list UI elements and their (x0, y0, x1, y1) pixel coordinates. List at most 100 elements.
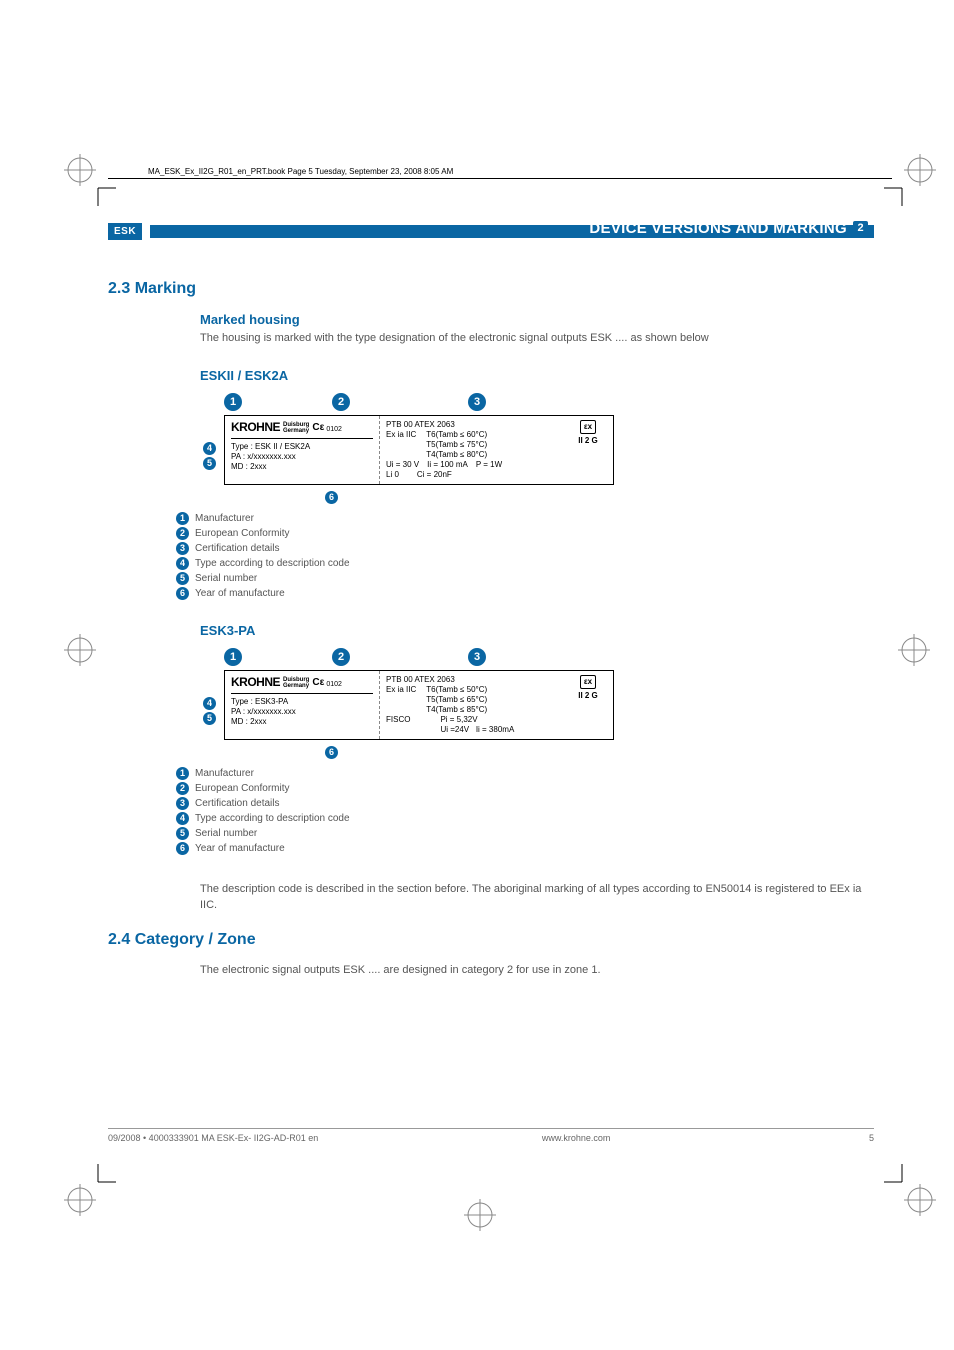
legend-bubble: 6 (176, 587, 189, 600)
fig1-plate: 4 5 KROHNE DuisburgGermany C ε0102 Type … (224, 415, 614, 485)
t4: T4(Tamb ≤ 85°C) (426, 705, 487, 715)
ex-cat: II 2 G (569, 691, 607, 701)
legend-bubble: 1 (176, 767, 189, 780)
callout-6: 6 (325, 491, 338, 504)
li: Li 0 (386, 470, 399, 480)
p: P = 1W (476, 460, 502, 470)
legend-bubble: 3 (176, 797, 189, 810)
header-badge: 2 (853, 221, 868, 236)
footer-url: www.krohne.com (318, 1133, 834, 1143)
callout-2: 2 (332, 648, 350, 666)
page-content: ESK DEVICE VERSIONS AND MARKING 2 2.3 Ma… (108, 220, 874, 997)
ce-mark: C ε (312, 677, 323, 690)
top-rule (108, 178, 892, 179)
legend-item: Manufacturer (195, 766, 254, 781)
cert-title: PTB 00 ATEX 2063 (386, 420, 569, 430)
crop-mark-br (880, 1160, 940, 1220)
cert-title: PTB 00 ATEX 2063 (386, 675, 569, 685)
ce-num: 0102 (326, 426, 342, 435)
legend-item: Serial number (195, 826, 257, 841)
legend-bubble: 1 (176, 512, 189, 525)
brand-sub2: Germany (283, 683, 309, 689)
marked-housing-body: The housing is marked with the type desi… (200, 331, 874, 346)
book-note: MA_ESK_Ex_II2G_R01_en_PRT.book Page 5 Tu… (148, 167, 453, 176)
legend-bubble: 2 (176, 782, 189, 795)
section-2-4-body: The electronic signal outputs ESK .... a… (200, 963, 874, 978)
legend-bubble: 5 (176, 572, 189, 585)
fig2: 1 2 3 4 5 KROHNE DuisburgGermany C ε0102… (200, 648, 874, 740)
brand: KROHNE (231, 420, 280, 435)
legend-bubble: 6 (176, 842, 189, 855)
header-title: DEVICE VERSIONS AND MARKING (589, 220, 847, 237)
callout-5: 5 (203, 712, 216, 725)
ui: Ui =24V (440, 725, 469, 734)
crop-mark-tl (60, 150, 120, 210)
ex-hex-icon: εx (580, 420, 596, 434)
brand-sub2: Germany (283, 428, 309, 434)
section-2-4-heading: 2.4 Category / Zone (108, 931, 874, 949)
callout-5: 5 (203, 457, 216, 470)
callout-6: 6 (325, 746, 338, 759)
callout-4: 4 (203, 442, 216, 455)
pa-line: PA : x/xxxxxxx.xxx (231, 452, 373, 462)
type-line: Type : ESK II / ESK2A (231, 442, 373, 452)
fig2-legend: 1 Manufacturer 2 European Conformity 3 Cert… (176, 766, 874, 856)
legend-item: European Conformity (195, 526, 290, 541)
callout-2: 2 (332, 393, 350, 411)
callout-3: 3 (468, 648, 486, 666)
fig1-title: ESKII / ESK2A (200, 368, 874, 383)
pa-line: PA : x/xxxxxxx.xxx (231, 707, 373, 717)
fisco: FISCO (386, 715, 410, 735)
callout-1: 1 (224, 393, 242, 411)
legend-item: Type according to description code (195, 811, 350, 826)
fig2-title: ESK3-PA (200, 623, 874, 638)
section-2-3-heading: 2.3 Marking (108, 280, 874, 298)
md-line: MD : 2xxx (231, 462, 373, 472)
fig2-plate: 4 5 KROHNE DuisburgGermany C ε0102 Type … (224, 670, 614, 740)
t4: T4(Tamb ≤ 80°C) (426, 450, 487, 460)
fig1-legend: 1 Manufacturer 2 European Conformity 3 Cert… (176, 511, 874, 601)
legend-bubble: 5 (176, 827, 189, 840)
crop-mark-bc (460, 1195, 500, 1235)
legend-bubble: 4 (176, 812, 189, 825)
t6: T6(Tamb ≤ 50°C) (426, 685, 487, 695)
page-header: ESK DEVICE VERSIONS AND MARKING 2 (108, 220, 874, 242)
marked-housing-heading: Marked housing (200, 312, 874, 327)
t6: T6(Tamb ≤ 60°C) (426, 430, 487, 440)
exia: Ex ia IIC (386, 430, 416, 460)
brand: KROHNE (231, 675, 280, 690)
legend-item: Year of manufacture (195, 586, 285, 601)
ce-mark: C ε (312, 422, 323, 435)
fig1: 1 2 3 4 5 KROHNE DuisburgGermany C ε0102… (200, 393, 874, 485)
t5: T5(Tamb ≤ 65°C) (426, 695, 487, 705)
description-paragraph: The description code is described in the… (200, 882, 874, 913)
page-footer: 09/2008 • 4000333901 MA ESK-Ex- II2G-AD-… (108, 1128, 874, 1143)
legend-bubble: 3 (176, 542, 189, 555)
legend-item: Serial number (195, 571, 257, 586)
page-number: 5 (834, 1133, 874, 1143)
legend-item: Year of manufacture (195, 841, 285, 856)
t5: T5(Tamb ≤ 75°C) (426, 440, 487, 450)
callout-3: 3 (468, 393, 486, 411)
legend-item: Type according to description code (195, 556, 350, 571)
legend-item: Manufacturer (195, 511, 254, 526)
crop-mark-mr (894, 630, 934, 670)
crop-mark-tr (880, 150, 940, 210)
ex-hex-icon: εx (580, 675, 596, 689)
ii: Ii = 380mA (476, 725, 514, 734)
legend-bubble: 4 (176, 557, 189, 570)
legend-item: Certification details (195, 796, 279, 811)
legend-bubble: 2 (176, 527, 189, 540)
crop-mark-bl (60, 1160, 120, 1220)
ii: Ii = 100 mA (427, 460, 468, 470)
ui: Ui = 30 V (386, 460, 419, 470)
ci: Ci = 20nF (417, 470, 452, 480)
legend-item: Certification details (195, 541, 279, 556)
exia: Ex ia IIC (386, 685, 416, 715)
callout-4: 4 (203, 697, 216, 710)
header-chip: ESK (108, 223, 142, 240)
legend-item: European Conformity (195, 781, 290, 796)
ex-cat: II 2 G (569, 436, 607, 446)
footer-left: 09/2008 • 4000333901 MA ESK-Ex- II2G-AD-… (108, 1133, 318, 1143)
crop-mark-ml (60, 630, 100, 670)
